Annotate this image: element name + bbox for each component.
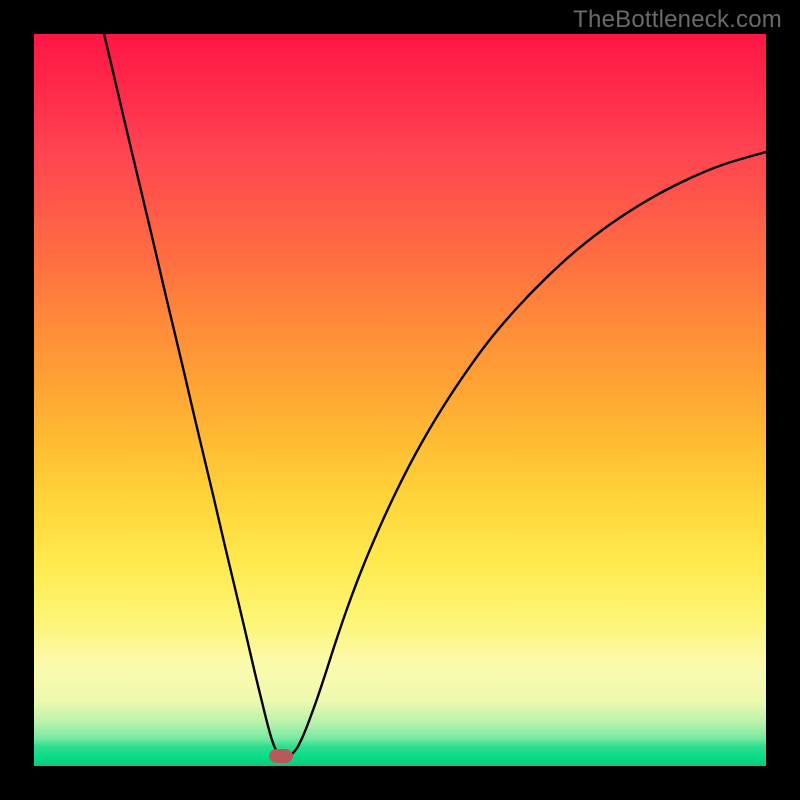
curve-line [34, 34, 766, 766]
watermark-text: TheBottleneck.com [573, 6, 782, 34]
chart-container: TheBottleneck.com [0, 0, 800, 800]
minimum-marker [269, 749, 293, 763]
plot-area [34, 34, 766, 766]
